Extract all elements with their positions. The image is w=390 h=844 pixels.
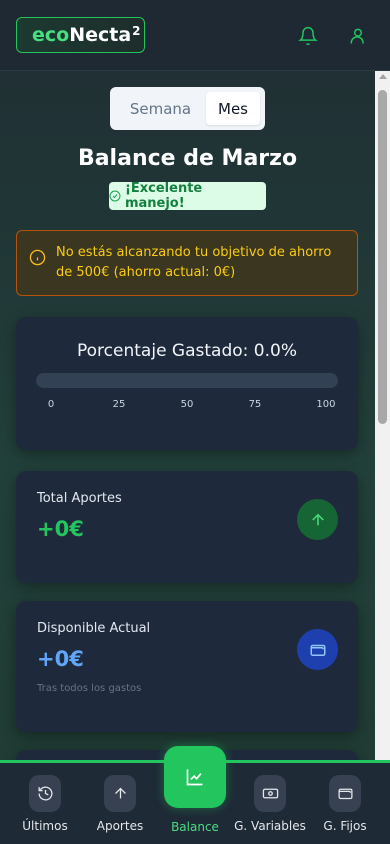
arrow-up-icon: [104, 775, 136, 812]
nav-item-ultimos[interactable]: Últimos: [5, 775, 85, 833]
nav-label-balance: Balance: [171, 820, 219, 834]
info-icon: [29, 249, 46, 266]
disponible-label: Disponible Actual: [37, 621, 151, 636]
status-badge-text: ¡Excelente manejo!: [124, 181, 203, 211]
tick-label: 0: [47, 399, 55, 410]
period-toggle: Semana Mes: [110, 87, 265, 130]
logo-superscript: 2: [132, 24, 141, 38]
chart-icon: [186, 769, 203, 786]
nav-label: Aportes: [96, 819, 144, 833]
toggle-mes[interactable]: Mes: [206, 92, 260, 125]
nav-label: G. Variables: [234, 819, 306, 833]
logo-necta: Necta: [69, 24, 132, 46]
disponible-value: +0€: [37, 647, 84, 671]
alert-text: No estás alcanzando tu objetivo de ahorr…: [56, 245, 332, 280]
total-aportes-label: Total Aportes: [37, 491, 122, 506]
disponible-card: Disponible Actual +0€ Tras todos los gas…: [16, 601, 358, 732]
tick-label: 25: [112, 399, 126, 410]
tick-label: 50: [180, 399, 194, 410]
nav-item-g-variables[interactable]: G. Variables: [230, 775, 310, 833]
wallet-icon: [329, 775, 361, 812]
arrow-up-icon: [297, 499, 338, 540]
history-icon: [29, 775, 61, 812]
total-aportes-value: +0€: [37, 517, 84, 541]
nav-item-balance[interactable]: [164, 746, 226, 808]
cash-icon: [254, 775, 286, 812]
total-aportes-card: Total Aportes +0€: [16, 471, 358, 583]
app-header: eco Necta 2: [0, 0, 390, 71]
logo-eco: eco: [32, 24, 70, 46]
progress-ticks: 0 25 50 75 100: [36, 399, 338, 413]
nav-label: G. Fijos: [323, 819, 367, 833]
page-title: Balance de Marzo: [77, 146, 298, 171]
nav-label: Últimos: [22, 819, 68, 833]
status-badge: ¡Excelente manejo!: [109, 181, 266, 211]
bell-icon[interactable]: [298, 26, 318, 50]
nav-item-g-fijos[interactable]: G. Fijos: [305, 775, 385, 833]
toggle-semana[interactable]: Semana: [115, 92, 206, 125]
percentage-title: Porcentaje Gastado: 0.0%: [77, 341, 297, 361]
wallet-icon: [297, 629, 338, 670]
savings-alert: No estás alcanzando tu objetivo de ahorr…: [16, 230, 358, 296]
scrollbar-thumb[interactable]: [378, 90, 387, 424]
tick-label: 100: [316, 399, 336, 410]
disponible-subtext: Tras todos los gastos: [37, 683, 142, 694]
spent-progress-bar: [36, 373, 338, 388]
percentage-card: Porcentaje Gastado: 0.0% 0 25 50 75 100: [16, 317, 358, 450]
app-logo[interactable]: eco Necta 2: [16, 17, 145, 53]
scrollbar-up-arrow[interactable]: [379, 74, 387, 79]
user-icon[interactable]: [348, 26, 368, 50]
tick-label: 75: [248, 399, 262, 410]
check-circle-icon: [109, 190, 121, 202]
nav-item-aportes[interactable]: Aportes: [80, 775, 160, 833]
